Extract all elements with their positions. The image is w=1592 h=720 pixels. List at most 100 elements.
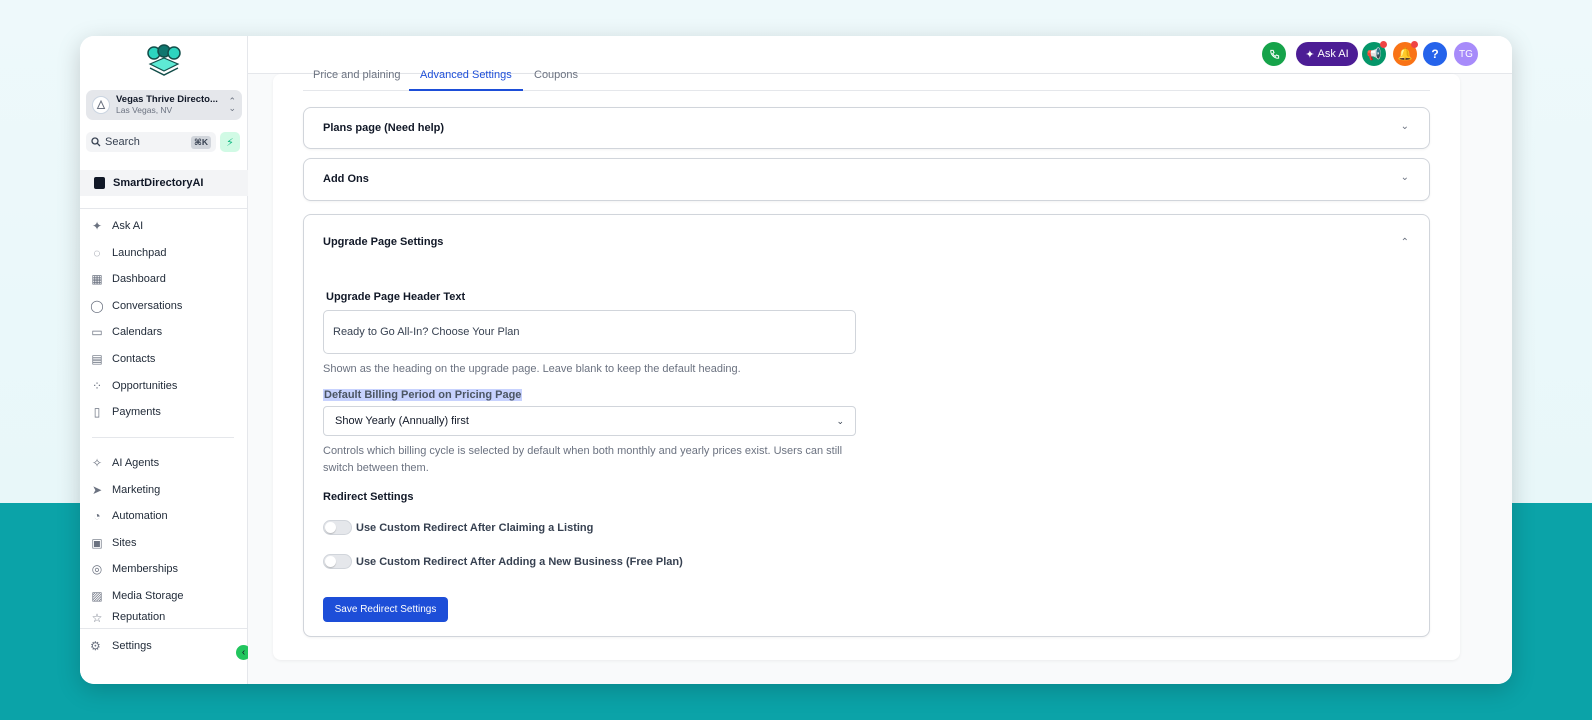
sidebar-item-payments[interactable]: ▯ Payments <box>90 401 240 423</box>
sidebar-item-memberships[interactable]: ◎ Memberships <box>90 558 240 580</box>
chevron-down-icon: ⌄ <box>836 415 844 426</box>
sidebar-item-launchpad[interactable]: ◌ Launchpad <box>90 242 240 264</box>
sites-icon: ▣ <box>91 536 103 550</box>
sidebar-item-label: Marketing <box>112 484 161 496</box>
header-text-input[interactable]: Ready to Go All-In? Choose Your Plan <box>323 310 856 354</box>
upgrade-page-settings-panel: Upgrade Page Settings ⌃ Upgrade Page Hea… <box>303 214 1430 637</box>
sidebar-item-label: Contacts <box>112 353 156 365</box>
dashboard-icon: ▦ <box>91 272 103 286</box>
sparkles-icon: ✦ <box>91 219 103 233</box>
sidebar-item-label: Settings <box>112 640 152 652</box>
award-icon: ◎ <box>91 562 103 576</box>
account-location: Las Vegas, NV <box>116 105 173 115</box>
sidebar-item-opportunities[interactable]: ⁘ Opportunities <box>90 375 240 397</box>
quick-action-button[interactable]: ⚡ <box>220 132 240 152</box>
search-shortcut: ⌘K <box>190 135 211 149</box>
rocket-icon: ◌ <box>93 246 101 260</box>
sidebar: Vegas Thrive Directo... Las Vegas, NV ⌃ ⌄… <box>80 36 248 684</box>
phone-button[interactable] <box>1262 42 1286 66</box>
sidebar-item-label: Calendars <box>112 326 163 338</box>
notification-dot <box>1380 41 1387 48</box>
sidebar-item-settings[interactable]: ⚙ Settings <box>90 639 152 653</box>
new-business-redirect-toggle[interactable] <box>323 554 352 569</box>
sidebar-item-reputation[interactable]: ☆ Reputation <box>90 611 240 624</box>
sparkles-icon: ✦ <box>1305 48 1315 61</box>
claim-redirect-label: Use Custom Redirect After Claiming a Lis… <box>356 521 594 534</box>
sidebar-search[interactable]: Search ⌘K <box>86 132 216 152</box>
main-content: Price and plaining Advanced Settings Cou… <box>248 69 1512 684</box>
save-redirect-settings-button[interactable]: Save Redirect Settings <box>323 597 448 622</box>
sidebar-item-dashboard[interactable]: ▦ Dashboard <box>90 268 240 290</box>
send-icon: ➤ <box>91 483 103 497</box>
divider <box>92 437 234 438</box>
sidebar-item-calendars[interactable]: ▭ Calendars <box>90 321 240 343</box>
sidebar-item-label: Launchpad <box>112 247 167 259</box>
help-icon: ? <box>1431 47 1439 61</box>
tab-advanced-settings[interactable]: Advanced Settings <box>420 69 512 81</box>
billing-period-label: Default Billing Period on Pricing Page <box>323 389 523 401</box>
panel-title: Add Ons <box>323 173 369 185</box>
user-avatar[interactable]: TG <box>1454 42 1478 66</box>
tab-price-and-plans[interactable]: Price and plaining <box>313 69 400 81</box>
ask-ai-button[interactable]: ✦ Ask AI <box>1296 42 1358 66</box>
user-initials: TG <box>1459 48 1473 60</box>
sidebar-item-label: Automation <box>112 510 168 522</box>
gear-icon: ⚙ <box>90 639 101 653</box>
book-icon <box>94 177 105 189</box>
chat-icon: ◯ <box>90 299 104 313</box>
sidebar-item-label: Media Storage <box>112 590 184 602</box>
tab-coupons[interactable]: Coupons <box>534 69 578 81</box>
redirect-settings-title: Redirect Settings <box>323 491 414 503</box>
search-icon <box>91 137 101 147</box>
billing-period-select[interactable]: Show Yearly (Annually) first ⌄ <box>323 406 856 436</box>
sidebar-item-label: Ask AI <box>112 220 144 232</box>
brand-logo <box>147 44 181 76</box>
sidebar-item-ask-ai[interactable]: ✦ Ask AI <box>90 215 240 237</box>
save-button-label: Save Redirect Settings <box>334 604 437 615</box>
claim-redirect-toggle[interactable] <box>323 520 352 535</box>
chevron-updown-icon: ⌃ ⌄ <box>228 96 236 113</box>
add-ons-panel[interactable]: Add Ons ⌄ <box>303 158 1430 201</box>
sidebar-item-contacts[interactable]: ▤ Contacts <box>90 348 240 370</box>
panel-title: Plans page (Need help) <box>323 122 445 134</box>
chevron-down-icon: ⌄ <box>1400 172 1409 183</box>
divider <box>80 628 248 629</box>
sidebar-item-label: Payments <box>112 406 161 418</box>
help-button[interactable]: ? <box>1423 42 1447 66</box>
claim-redirect-row: Use Custom Redirect After Claiming a Lis… <box>323 520 593 535</box>
chevron-down-icon: ⌄ <box>1400 121 1409 132</box>
opportunities-icon: ⁘ <box>91 379 103 393</box>
billing-period-value: Show Yearly (Annually) first <box>335 415 469 427</box>
panel-title[interactable]: Upgrade Page Settings <box>323 236 443 248</box>
notification-dot <box>1411 41 1418 48</box>
sidebar-item-label: Reputation <box>112 611 166 623</box>
chevron-left-icon: ‹ <box>241 647 246 658</box>
header-text-help: Shown as the heading on the upgrade page… <box>323 363 741 375</box>
sidebar-app-name[interactable]: SmartDirectoryAI <box>80 170 248 196</box>
sidebar-item-ai-agents[interactable]: ✧ AI Agents <box>90 452 240 474</box>
sidebar-item-label: Memberships <box>112 563 179 575</box>
header-text-label: Upgrade Page Header Text <box>326 291 466 303</box>
star-icon: ☆ <box>91 611 103 624</box>
sidebar-item-label: Sites <box>112 537 137 549</box>
sidebar-item-media-storage[interactable]: ▨ Media Storage <box>90 585 240 607</box>
sidebar-item-sites[interactable]: ▣ Sites <box>90 532 240 554</box>
plans-page-panel[interactable]: Plans page (Need help) ⌄ <box>303 107 1430 149</box>
account-switcher[interactable]: Vegas Thrive Directo... Las Vegas, NV ⌃ ⌄ <box>86 90 242 120</box>
sidebar-item-marketing[interactable]: ➤ Marketing <box>90 479 240 501</box>
megaphone-icon: 📢 <box>1366 47 1382 61</box>
automation-icon: ◔ <box>93 509 101 523</box>
payments-icon: ▯ <box>93 405 101 419</box>
sidebar-item-conversations[interactable]: ◯ Conversations <box>90 295 240 317</box>
ai-agents-icon: ✧ <box>91 456 103 470</box>
active-tab-indicator <box>409 89 523 91</box>
calendar-icon: ▭ <box>91 325 103 339</box>
divider <box>80 208 248 209</box>
chevron-up-icon[interactable]: ⌃ <box>1401 237 1409 248</box>
sidebar-item-automation[interactable]: ◔ Automation <box>90 505 240 527</box>
app-name-label: SmartDirectoryAI <box>113 177 204 189</box>
bell-icon: 🔔 <box>1397 47 1413 61</box>
account-name: Vegas Thrive Directo... <box>116 94 218 105</box>
sidebar-item-label: Conversations <box>112 300 183 312</box>
settings-card: Price and plaining Advanced Settings Cou… <box>273 69 1460 660</box>
